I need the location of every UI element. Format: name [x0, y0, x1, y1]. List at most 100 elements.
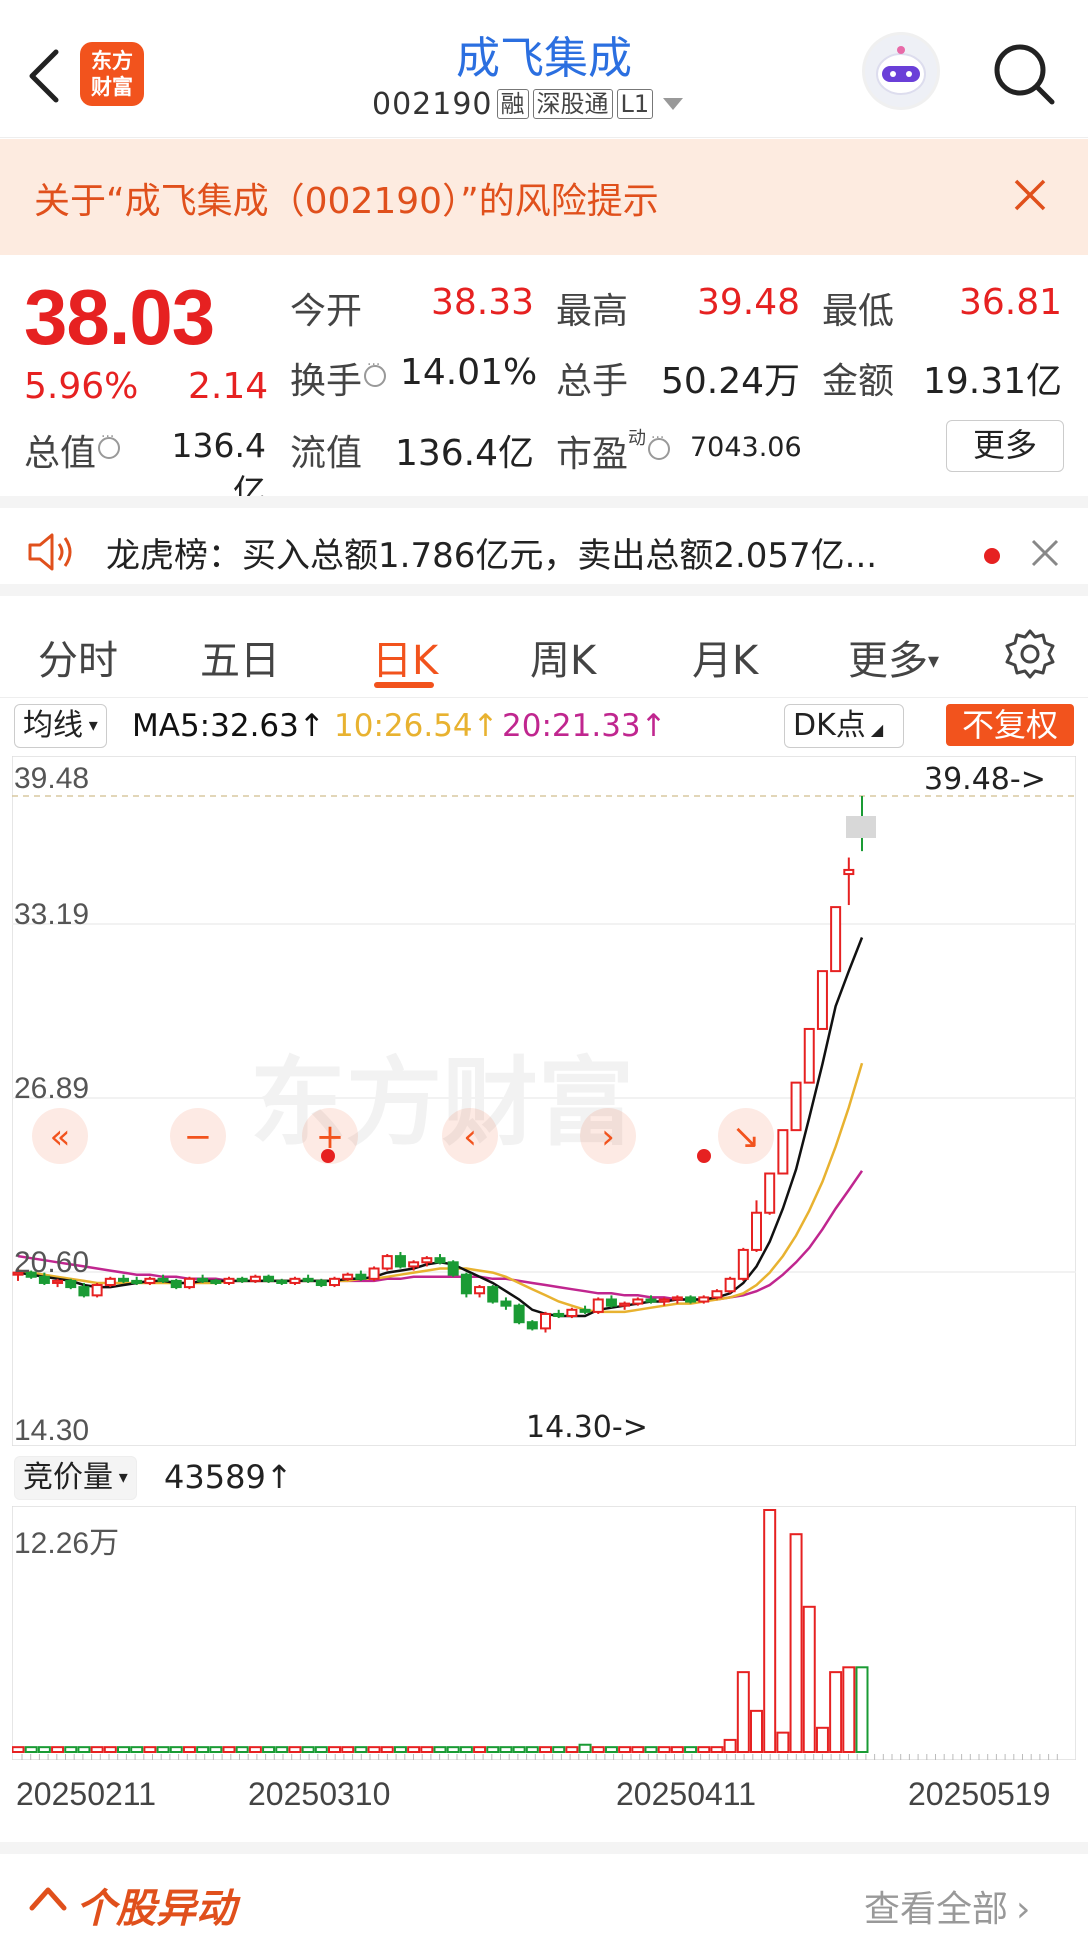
volume-chart[interactable] — [12, 1506, 1076, 1760]
candlestick-chart[interactable]: 东方财富 «− + ‹ › ↘ — [12, 756, 1076, 1446]
volume-bar — [723, 1738, 737, 1753]
float-cap-label: 流值 — [290, 433, 363, 474]
amount-value: 19.31亿 — [922, 361, 1062, 402]
volume-bar — [565, 1746, 579, 1754]
volume-bar — [393, 1746, 407, 1754]
gear-icon[interactable] — [1004, 628, 1056, 680]
volume-bar — [24, 1746, 38, 1754]
open-value: 38.33 — [430, 282, 534, 323]
volume-bar — [657, 1746, 671, 1754]
candle — [144, 1276, 156, 1286]
speaker-icon — [28, 533, 72, 571]
candle — [526, 1320, 538, 1331]
volume-bar — [815, 1726, 829, 1754]
risk-warning-text: 关于“成飞集成（002190）”的风险提示 — [34, 181, 659, 222]
candle — [289, 1276, 301, 1286]
level-tag: L1 — [616, 89, 654, 119]
risk-warning-banner[interactable]: 关于“成飞集成（002190）”的风险提示 — [0, 139, 1088, 255]
volume-bar — [367, 1746, 381, 1754]
y-tick-min: 14.30 — [14, 1414, 90, 1447]
info-icon[interactable] — [648, 430, 671, 460]
low-value: 36.81 — [958, 282, 1062, 323]
volume-bar — [750, 1709, 763, 1753]
svg-text:↘: ↘ — [732, 1117, 761, 1157]
candle — [104, 1276, 116, 1288]
svg-text:›: › — [601, 1117, 615, 1157]
search-icon[interactable] — [988, 38, 1060, 110]
volume-bar — [103, 1746, 117, 1754]
volume-bar — [618, 1746, 632, 1754]
close-icon[interactable] — [1030, 538, 1060, 568]
margin-tag: 融 — [496, 89, 529, 119]
marker-dot — [697, 1149, 711, 1163]
tab-more[interactable]: 更多▾ — [848, 628, 939, 686]
x-label-3: 20250411 — [616, 1776, 756, 1812]
volume-indicator-selector[interactable]: 竞价量 ▾ — [14, 1456, 137, 1500]
open-label: 今开 — [290, 291, 363, 332]
no-adjust-button[interactable]: 不复权 — [946, 704, 1074, 746]
dragon-tiger-bar[interactable]: 龙虎榜：买入总额1.786亿元，卖出总额2.057亿... — [0, 496, 1088, 596]
y-tick-2: 33.19 — [14, 898, 90, 931]
candle — [592, 1297, 604, 1314]
volume-bar — [525, 1746, 539, 1754]
dk-point-toggle[interactable]: DK点 ◢ — [784, 704, 904, 748]
scroll-left-fast-button[interactable]: « — [32, 1108, 88, 1164]
volume-bar — [341, 1746, 355, 1754]
tab-daily-k[interactable]: 日K — [372, 628, 438, 686]
candle — [223, 1276, 235, 1286]
ma20-value: 20:21.33↑ — [502, 708, 667, 744]
tab-intraday[interactable]: 分时 — [38, 628, 118, 686]
scroll-left-button[interactable]: ‹ — [442, 1108, 498, 1164]
unread-dot — [984, 548, 1000, 564]
zoom-out-button[interactable]: − — [170, 1108, 226, 1164]
candle — [711, 1289, 723, 1300]
stock-code-row[interactable]: 002190 融 深股通 L1 — [372, 86, 684, 122]
stock-alert-section: 个股异动 查看全部 › — [0, 1842, 1088, 1935]
candle — [487, 1285, 499, 1304]
scroll-right-button[interactable]: › — [580, 1108, 636, 1164]
see-all-link[interactable]: 查看全部 › — [864, 1880, 1030, 1932]
tab-weekly-k[interactable]: 周K — [530, 628, 596, 686]
more-quote-button[interactable]: 更多 — [946, 420, 1064, 472]
high-value: 39.48 — [696, 282, 800, 323]
candle — [91, 1282, 103, 1298]
candle — [368, 1266, 380, 1281]
indicator-selector[interactable]: 均线 ▾ — [14, 704, 107, 748]
stock-code: 002190 — [372, 86, 493, 122]
marker-dot — [321, 1149, 335, 1163]
volume-bar — [855, 1666, 869, 1753]
connect-tag: 深股通 — [532, 89, 613, 119]
tab-five-day[interactable]: 五日 — [200, 628, 280, 686]
close-icon[interactable] — [1012, 177, 1048, 213]
volume-bar — [37, 1746, 51, 1754]
volume-bar — [288, 1746, 302, 1754]
change-amount: 2.14 — [188, 366, 269, 407]
candle — [764, 1172, 776, 1215]
volume-value: 50.24万 — [660, 361, 800, 402]
volume-bar — [12, 1746, 25, 1754]
robot-assistant-icon[interactable] — [862, 32, 940, 110]
current-price: 38.03 — [24, 273, 215, 361]
chevron-up-icon[interactable] — [28, 1884, 68, 1912]
volume-bar — [446, 1746, 460, 1754]
volume-bar — [644, 1746, 658, 1754]
volume-bar — [222, 1746, 236, 1754]
volume-bar — [156, 1746, 170, 1754]
header-bar: 东方财富 成飞集成 002190 融 深股通 L1 — [0, 0, 1088, 138]
volume-bar — [842, 1666, 856, 1753]
volume-bar — [776, 1731, 790, 1753]
scroll-end-button[interactable]: ↘ — [718, 1108, 774, 1164]
candle — [566, 1307, 578, 1319]
low-label: 最低 — [822, 291, 895, 332]
candle — [513, 1303, 525, 1325]
ma10-value: 10:26.54↑ — [334, 708, 499, 744]
volume-bar — [130, 1746, 144, 1754]
market-cap-label: 总值 — [24, 424, 121, 476]
svg-text:−: − — [184, 1117, 213, 1157]
tab-monthly-k[interactable]: 月K — [692, 628, 758, 686]
info-icon[interactable] — [364, 357, 387, 387]
candle — [724, 1276, 736, 1294]
info-icon[interactable] — [98, 429, 121, 459]
x-label-1: 20250211 — [16, 1776, 156, 1812]
volume-bar — [670, 1746, 684, 1754]
